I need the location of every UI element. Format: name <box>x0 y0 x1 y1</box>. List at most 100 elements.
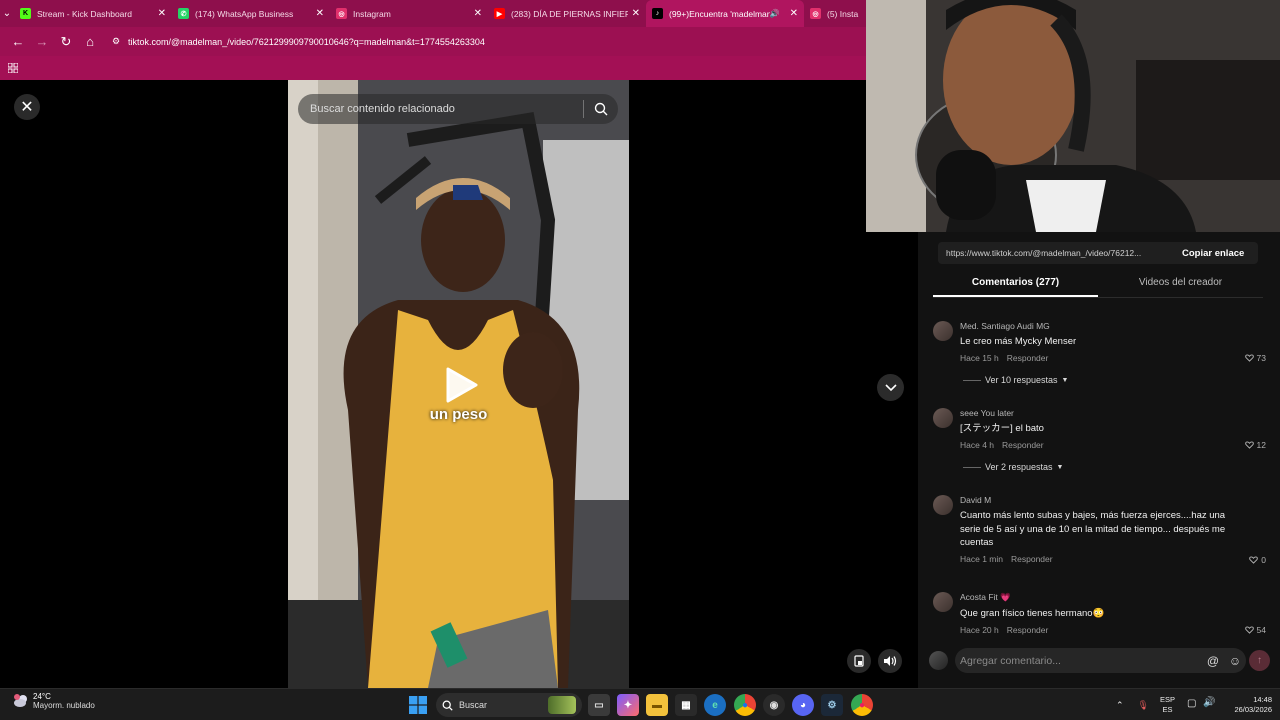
clock[interactable]: 14:48 26/03/2026 <box>1222 695 1272 715</box>
tab-comments[interactable]: Comentarios (277) <box>933 276 1098 297</box>
file-explorer-icon[interactable]: ▬ <box>646 694 668 716</box>
windows-start-icon[interactable] <box>409 696 427 714</box>
taskbar-search[interactable]: Buscar <box>436 693 582 717</box>
edge-icon[interactable]: e <box>704 694 726 716</box>
avatar[interactable] <box>933 495 953 515</box>
avatar[interactable] <box>933 321 953 341</box>
view-replies-button[interactable]: Ver 10 respuestas ▼ <box>963 375 1068 385</box>
comment-text: Le creo más Mycky Menser <box>960 336 1077 347</box>
tab-label: (99+)Encuentra 'madelman <box>669 8 770 19</box>
chevron-up-icon[interactable]: ⌃ <box>1116 700 1124 711</box>
comment-username[interactable]: Med. Santiago Audi MG <box>960 321 1230 331</box>
miniplayer-icon[interactable] <box>847 649 871 673</box>
like-count: 73 <box>1256 353 1266 363</box>
close-icon[interactable]: ✕ <box>14 94 40 120</box>
back-arrow-icon[interactable]: ← <box>6 30 30 54</box>
share-link-text[interactable]: https://www.tiktok.com/@madelman_/video/… <box>938 248 1172 258</box>
comment-text: Cuanto más lento subas y bajes, más fuer… <box>960 510 1226 548</box>
copy-link-button[interactable]: Copiar enlace <box>1172 248 1244 259</box>
comment-username[interactable]: David M <box>960 495 1230 505</box>
apps-grid-icon[interactable] <box>8 63 18 73</box>
close-icon[interactable]: ✕ <box>632 8 640 19</box>
close-icon[interactable]: ✕ <box>790 8 798 19</box>
task-view-icon[interactable]: ▭ <box>588 694 610 716</box>
chevron-down-icon[interactable] <box>877 374 904 401</box>
copilot-icon[interactable]: ✦ <box>617 694 639 716</box>
whatsapp-icon: ✆ <box>178 8 189 19</box>
clock-time: 14:48 <box>1253 695 1272 704</box>
comment-username[interactable]: Acosta Fit 💗 <box>960 592 1230 603</box>
like-button[interactable]: 0 <box>1249 555 1266 565</box>
clock-date: 26/03/2026 <box>1234 705 1272 714</box>
lang-primary: ESP <box>1160 695 1176 704</box>
close-icon[interactable]: ✕ <box>474 8 482 19</box>
comment-time: Hace 15 h <box>960 352 999 363</box>
forward-arrow-icon[interactable]: → <box>30 30 54 54</box>
play-icon[interactable] <box>440 365 480 405</box>
search-icon[interactable] <box>584 102 618 116</box>
weather-widget[interactable]: 24°C Mayorm. nublado <box>12 692 95 710</box>
cloud-icon <box>14 694 27 707</box>
close-icon[interactable]: ✕ <box>316 8 324 19</box>
browser-tab[interactable]: ◎ (5) Insta <box>804 0 866 27</box>
like-button[interactable]: 73 <box>1244 353 1266 363</box>
browser-tab[interactable]: K Stream - Kick Dashboard ✕ <box>14 0 172 27</box>
chrome-icon[interactable]: ● <box>734 694 756 716</box>
like-button[interactable]: 54 <box>1244 625 1266 635</box>
heart-icon <box>1249 556 1259 564</box>
taskbar-search-label: Buscar <box>459 700 488 710</box>
instagram-icon: ◎ <box>336 8 347 19</box>
like-count: 0 <box>1261 555 1266 565</box>
avatar[interactable] <box>933 592 953 612</box>
browser-tab[interactable]: ◎ Instagram ✕ <box>330 0 488 27</box>
weather-desc: Mayorm. nublado <box>33 701 95 710</box>
store-icon[interactable]: ▦ <box>675 694 697 716</box>
comment-input[interactable]: Agregar comentario... @ ☺ <box>955 648 1246 673</box>
avatar <box>929 651 948 670</box>
view-replies-label: Ver 10 respuestas <box>985 375 1058 385</box>
home-icon[interactable]: ⌂ <box>78 30 102 54</box>
obs-icon[interactable]: ◉ <box>763 694 785 716</box>
heart-icon <box>1244 626 1254 634</box>
discord-icon[interactable]: ◕ <box>792 694 814 716</box>
language-indicator[interactable]: ESP ES <box>1160 695 1175 715</box>
microphone-icon[interactable]: 🎙 <box>1138 700 1149 711</box>
close-icon[interactable]: ✕ <box>158 8 166 19</box>
steam-icon[interactable]: ⚙ <box>821 694 843 716</box>
tab-creator-videos[interactable]: Videos del creador <box>1098 276 1263 297</box>
send-button[interactable]: ↑ <box>1249 650 1270 671</box>
site-info-icon[interactable]: ⚙ <box>108 34 124 50</box>
chrome-profile-icon[interactable]: ● <box>851 694 873 716</box>
emoji-icon[interactable]: ☺ <box>1224 654 1246 668</box>
comment-placeholder: Agregar comentario... <box>960 654 1061 667</box>
browser-tab[interactable]: ♪ (99+)Encuentra 'madelman 🔊 ✕ <box>646 0 804 27</box>
address-bar[interactable]: tiktok.com/@madelman_/video/762129990979… <box>128 37 485 47</box>
video-player[interactable]: Buscar contenido relacionado un peso <box>288 80 629 688</box>
tab-search-menu-icon[interactable]: ⌄ <box>0 0 14 27</box>
like-button[interactable]: 12 <box>1244 440 1266 450</box>
tiktok-icon: ♪ <box>652 8 663 19</box>
reply-button[interactable]: Responder <box>1011 554 1053 564</box>
mention-icon[interactable]: @ <box>1202 654 1224 668</box>
tab-label: (5) Insta <box>827 8 859 19</box>
avatar[interactable] <box>933 408 953 428</box>
volume-icon[interactable] <box>878 649 902 673</box>
share-link-row: https://www.tiktok.com/@madelman_/video/… <box>938 242 1258 264</box>
comment-composer: Agregar comentario... @ ☺ ↑ <box>918 640 1280 688</box>
bookmarks-bar <box>0 56 866 80</box>
reply-button[interactable]: Responder <box>1007 353 1049 363</box>
speaker-icon[interactable]: 🔊 <box>770 9 780 18</box>
browser-tab[interactable]: ✆ (174) WhatsApp Business ✕ <box>172 0 330 27</box>
reply-button[interactable]: Responder <box>1002 440 1044 450</box>
related-search-input[interactable]: Buscar contenido relacionado <box>298 94 618 124</box>
network-icon[interactable]: ▢ <box>1187 698 1196 709</box>
heart-icon <box>1244 354 1254 362</box>
reload-icon[interactable]: ↻ <box>54 30 78 54</box>
reply-button[interactable]: Responder <box>1007 625 1049 635</box>
browser-tab[interactable]: ▶ (283) DÍA DE PIERNAS INFIERN ✕ <box>488 0 646 27</box>
tab-label: Instagram <box>353 8 391 19</box>
comment-username[interactable]: seee You later <box>960 408 1230 418</box>
view-replies-button[interactable]: Ver 2 respuestas ▼ <box>963 462 1063 472</box>
speaker-icon[interactable]: 🔊 <box>1203 697 1215 708</box>
chevron-down-icon: ▼ <box>1056 463 1064 471</box>
